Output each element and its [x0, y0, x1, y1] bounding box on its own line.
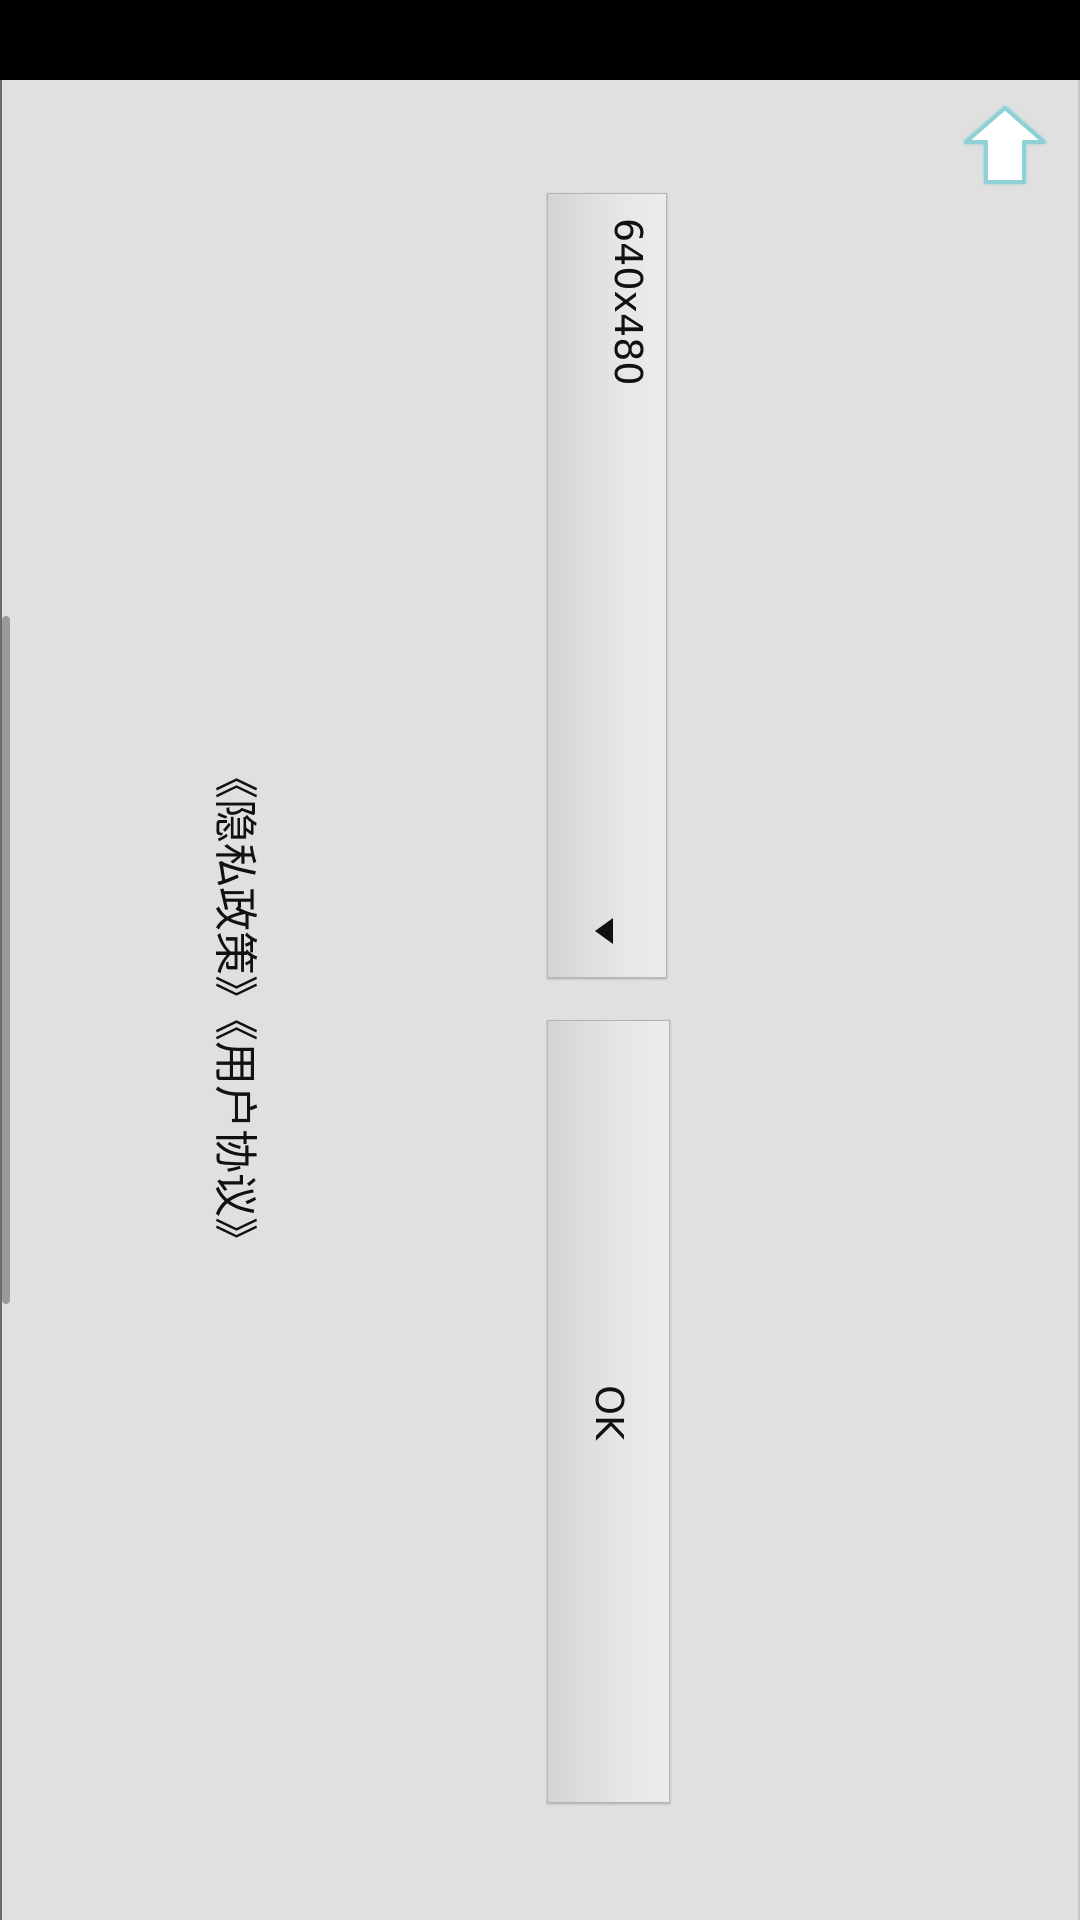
triangle-left-icon — [595, 918, 613, 944]
up-arrow-button[interactable] — [962, 104, 1048, 186]
privacy-terms-links[interactable]: 《隐私政策》《用户协议》 — [200, 755, 268, 1261]
content-area — [2, 80, 1078, 1920]
scroll-indicator[interactable] — [2, 616, 10, 1304]
resolution-value: 640x480 — [606, 218, 650, 386]
up-arrow-icon — [964, 106, 1046, 184]
resolution-dropdown[interactable]: 640x480 — [547, 193, 667, 978]
ok-button[interactable]: OK — [547, 1020, 670, 1803]
status-bar — [0, 0, 1080, 80]
app-screen: 640x480 OK 《隐私政策》《用户协议》 — [0, 0, 1080, 1920]
ok-label: OK — [587, 1385, 632, 1440]
